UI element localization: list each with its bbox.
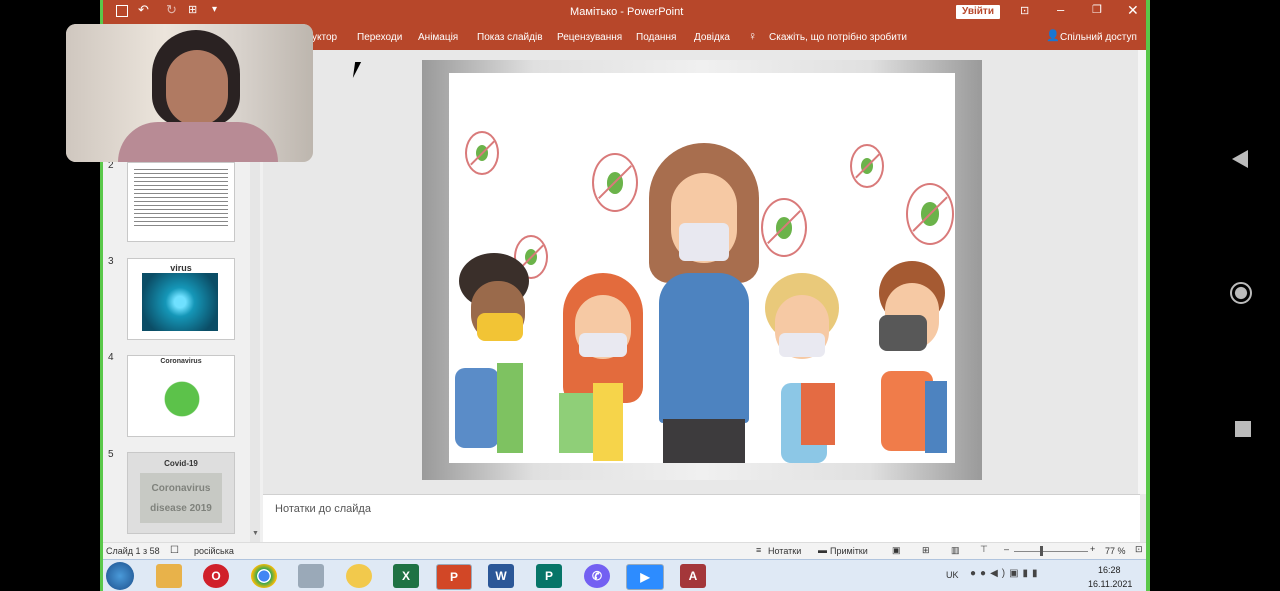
publisher-icon[interactable]: P	[536, 564, 562, 588]
child-figure	[449, 253, 549, 463]
webcam-video[interactable]	[66, 24, 313, 162]
notes-placeholder[interactable]: Нотатки до слайда	[275, 503, 371, 515]
minimize-icon[interactable]: –	[1057, 2, 1064, 17]
close-icon[interactable]: ✕	[1127, 2, 1139, 19]
mouse-cursor	[352, 62, 368, 78]
reading-view-icon[interactable]: ▥	[951, 545, 960, 556]
no-virus-icon	[592, 153, 638, 212]
covid-image-text: Coronavirus disease 2019	[150, 483, 212, 514]
normal-view-icon[interactable]: ▣	[892, 545, 901, 556]
thumb-number: 4	[108, 352, 114, 363]
zoom-level[interactable]: 77 %	[1105, 546, 1126, 556]
user-icon: 👤	[1046, 30, 1060, 42]
status-bar: Слайд 1 з 58 ☐ російська ≡ Нотатки ▬ При…	[100, 542, 1150, 560]
thumb-number: 5	[108, 449, 114, 460]
person-body	[118, 122, 278, 162]
tray-icons[interactable]: ●●◀)▣▮▮	[970, 568, 1042, 579]
restore-icon[interactable]: ❐	[1092, 3, 1102, 16]
slide-sorter-icon[interactable]: ⊞	[922, 545, 930, 556]
signin-button[interactable]: Увійти	[956, 5, 1000, 19]
comments-toggle[interactable]: Примітки	[830, 546, 868, 556]
chrome-icon[interactable]	[251, 564, 277, 588]
fit-slide-icon[interactable]: ⊡	[1135, 544, 1143, 555]
ribbon-display-icon[interactable]: ⊡	[1020, 4, 1029, 17]
tab-design[interactable]: уктор	[312, 32, 337, 43]
customize-toolbar-icon[interactable]: ▾	[212, 4, 217, 15]
zoom-slider[interactable]	[1014, 551, 1088, 552]
redo-icon[interactable]: ↻	[166, 2, 177, 18]
child-figure	[553, 273, 653, 463]
current-slide[interactable]	[449, 73, 955, 463]
window-title: Мамітько - PowerPoint	[570, 6, 684, 18]
tell-me-search[interactable]: Скажіть, що потрібно зробити	[769, 32, 907, 43]
person-face	[166, 50, 228, 126]
slide-counter: Слайд 1 з 58	[106, 546, 160, 556]
keyboard-language[interactable]: UK	[946, 570, 959, 580]
notes-icon[interactable]: ≡	[756, 545, 761, 555]
comments-icon[interactable]: ▬	[818, 545, 827, 555]
no-virus-icon	[850, 144, 884, 188]
zoom-in-icon[interactable]: +	[1090, 544, 1095, 554]
save-icon[interactable]	[116, 5, 128, 17]
thumb-title: virus	[170, 263, 192, 273]
thumb-title: Covid-19	[164, 459, 198, 468]
tab-help[interactable]: Довідка	[694, 32, 730, 43]
start-icon[interactable]	[106, 562, 134, 590]
viber-icon[interactable]: ✆	[584, 564, 610, 588]
thumbnail-slide-5[interactable]: Covid-19 Coronavirus disease 2019	[127, 452, 235, 534]
lightbulb-icon: ♀	[748, 29, 757, 43]
child-figure	[869, 261, 955, 463]
undo-icon[interactable]: ↶	[138, 2, 149, 18]
language-indicator[interactable]: російська	[194, 546, 234, 556]
tab-transitions[interactable]: Переходи	[357, 32, 402, 43]
no-virus-icon	[906, 183, 954, 245]
clock-date[interactable]: 16.11.2021	[1088, 579, 1132, 589]
folder-icon[interactable]	[156, 564, 182, 588]
excel-icon[interactable]: X	[393, 564, 419, 588]
opera-icon[interactable]: O	[203, 564, 229, 588]
thumbnail-slide-4[interactable]: Coronavirus	[127, 355, 235, 437]
windows-taskbar: O X P W P ✆ ▶ A UK ●●◀)▣▮▮ 16:28 16.11.2…	[100, 559, 1150, 591]
word-icon[interactable]: W	[488, 564, 514, 588]
text-lines-graphic	[134, 169, 228, 229]
tab-view[interactable]: Подання	[636, 32, 676, 43]
access-icon[interactable]: A	[680, 564, 706, 588]
title-bar: ↶ ↻ ⊞ ▾ Мамітько - PowerPoint Увійти ⊡ –…	[100, 0, 1150, 24]
spellcheck-icon[interactable]: ☐	[170, 545, 179, 556]
child-figure	[757, 273, 847, 463]
scroll-down-icon[interactable]: ▼	[252, 530, 259, 537]
zoom-out-icon[interactable]: –	[1004, 544, 1009, 554]
powerpoint-icon[interactable]: P	[436, 564, 472, 590]
clock-time[interactable]: 16:28	[1098, 565, 1121, 575]
no-virus-icon	[465, 131, 499, 175]
thumbnail-slide-2[interactable]	[127, 162, 235, 242]
recents-icon[interactable]	[1235, 421, 1251, 437]
calculator-icon[interactable]	[298, 564, 324, 588]
back-icon[interactable]	[1232, 150, 1248, 168]
teacher-figure	[649, 143, 761, 463]
notes-toggle[interactable]: Нотатки	[768, 546, 801, 556]
screen-share-border-right	[1146, 0, 1150, 591]
no-virus-icon	[761, 198, 807, 257]
tab-review[interactable]: Рецензування	[557, 32, 622, 43]
slideshow-icon[interactable]: ⊞	[188, 3, 197, 16]
zoom-slider-thumb[interactable]	[1040, 546, 1043, 556]
tab-slideshow[interactable]: Показ слайдів	[477, 32, 543, 43]
tab-animations[interactable]: Анімація	[418, 32, 458, 43]
slideshow-view-icon[interactable]: ⊤	[980, 544, 988, 555]
virus-image	[142, 273, 218, 331]
notes-pane[interactable]: Нотатки до слайда	[263, 494, 1140, 543]
paint-icon[interactable]	[346, 564, 372, 588]
share-button[interactable]: Спільний доступ	[1060, 32, 1137, 43]
virus-cartoon-image	[150, 368, 214, 430]
zoom-app-icon[interactable]: ▶	[626, 564, 664, 590]
thumbnail-slide-3[interactable]: virus	[127, 258, 235, 340]
thumb-title: Coronavirus	[160, 358, 202, 365]
home-icon[interactable]	[1230, 282, 1252, 304]
android-nav-bar	[1210, 0, 1280, 591]
thumb-number: 3	[108, 256, 114, 267]
